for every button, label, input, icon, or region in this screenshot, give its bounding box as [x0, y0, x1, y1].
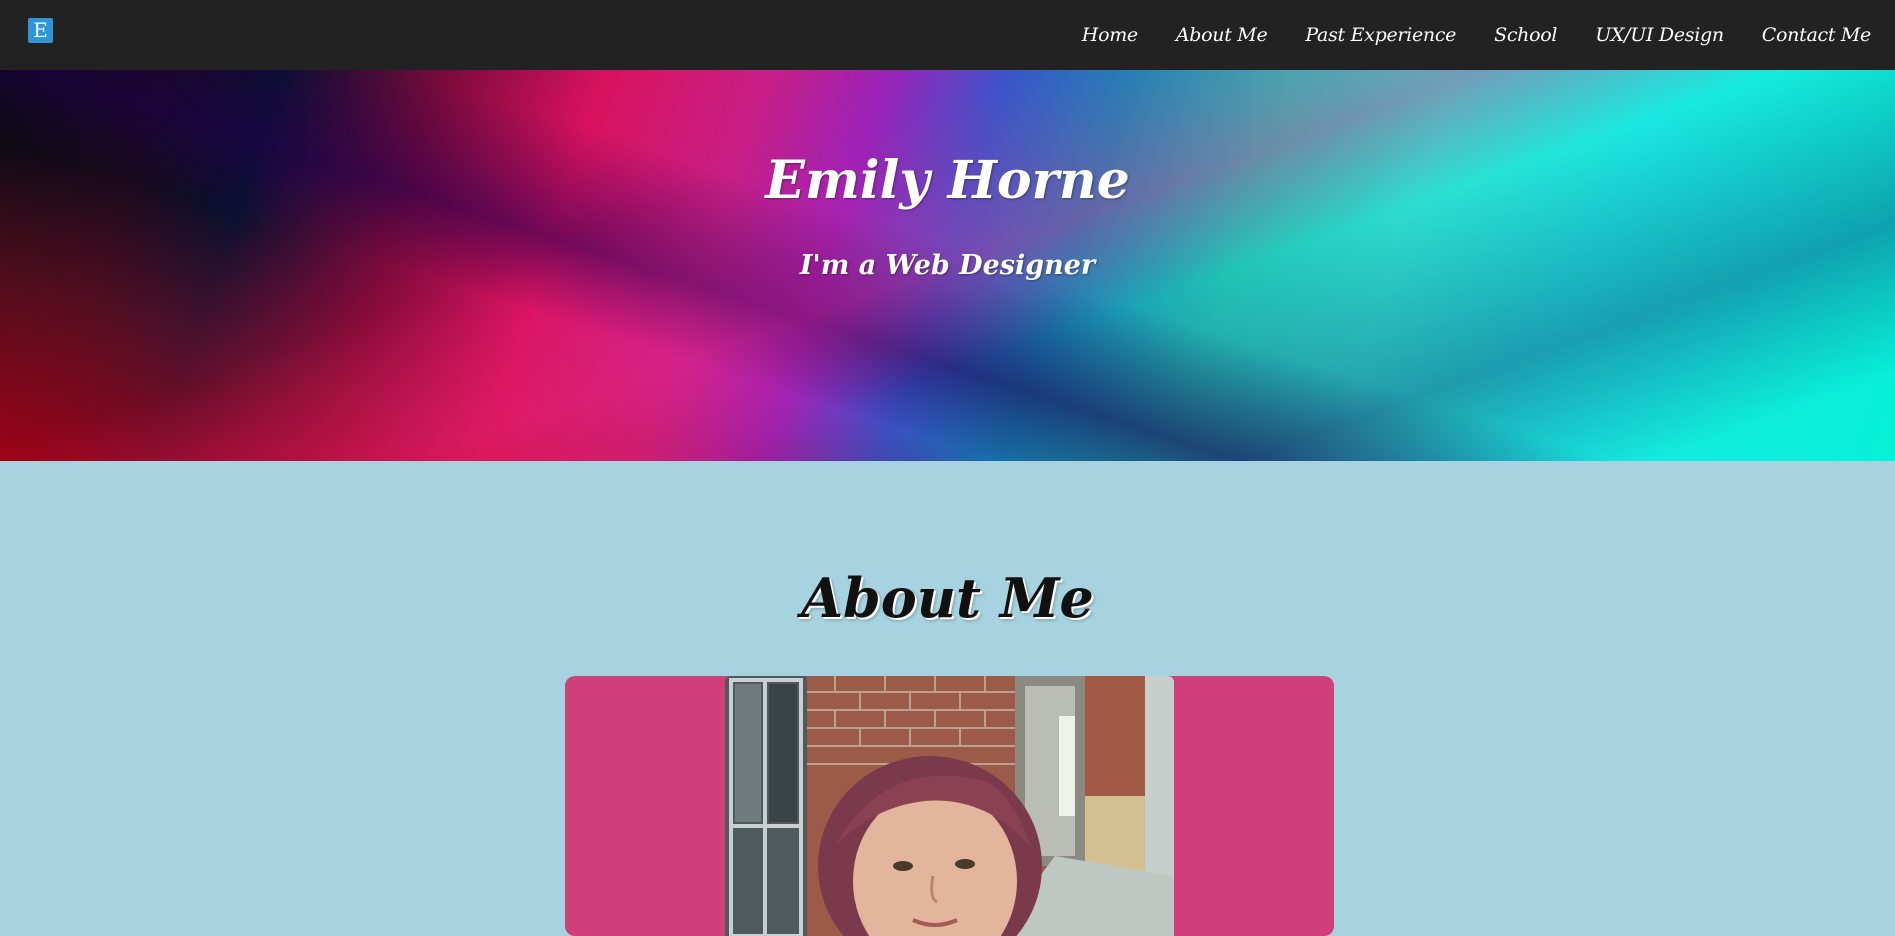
nav-menu: Home About Me Past Experience School UX/… — [1082, 0, 1872, 70]
nav-link-past-experience[interactable]: Past Experience — [1305, 24, 1456, 46]
hero-title: Emily Horne — [765, 150, 1130, 211]
about-heading: About Me — [801, 566, 1094, 630]
nav-item-home: Home — [1082, 24, 1138, 46]
profile-photo-illustration — [725, 676, 1174, 936]
about-card — [565, 676, 1334, 936]
nav-item-about-me: About Me — [1176, 24, 1268, 46]
profile-photo — [725, 676, 1174, 936]
logo-icon[interactable]: E — [28, 18, 53, 43]
nav-item-ux-ui-design: UX/UI Design — [1595, 24, 1724, 46]
hero-subtitle: I'm a Web Designer — [799, 250, 1096, 281]
top-navbar: E Home About Me Past Experience School U… — [0, 0, 1895, 70]
nav-link-home[interactable]: Home — [1082, 24, 1138, 46]
nav-link-contact-me[interactable]: Contact Me — [1762, 24, 1872, 46]
nav-item-school: School — [1494, 24, 1557, 46]
nav-item-contact-me: Contact Me — [1762, 24, 1872, 46]
nav-item-past-experience: Past Experience — [1305, 24, 1456, 46]
nav-link-about-me[interactable]: About Me — [1176, 24, 1268, 46]
nav-link-ux-ui-design[interactable]: UX/UI Design — [1595, 24, 1724, 46]
hero-banner: Emily Horne I'm a Web Designer — [0, 70, 1895, 461]
nav-link-school[interactable]: School — [1494, 24, 1557, 46]
